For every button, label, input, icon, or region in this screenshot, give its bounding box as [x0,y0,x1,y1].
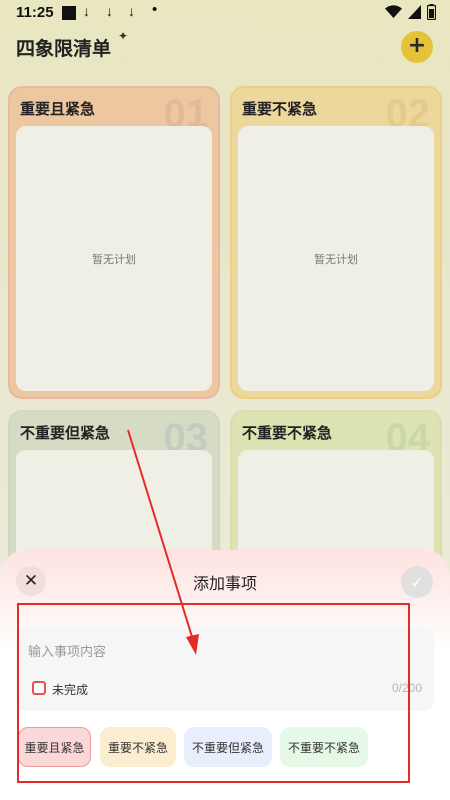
app-screen: 11:25 ↓ ↓ ↓ • 四象限清单 ✦ + 01 重要且紧急 暂无计划 02… [0,0,450,800]
status-bar: 11:25 ↓ ↓ ↓ • [0,0,450,26]
quadrant-title: 重要不紧急 [242,100,318,118]
quadrant-title: 不重要不紧急 [242,424,333,442]
status-right-icons [385,4,436,20]
quadrant-list: 暂无计划 [238,126,434,391]
quadrant-important-not-urgent[interactable]: 02 重要不紧急 暂无计划 [230,86,442,399]
empty-state-text: 暂无计划 [92,252,136,266]
page-title: 四象限清单 [16,38,112,60]
wifi-icon [385,5,402,18]
sparkle-icon: ✦ [118,29,129,43]
signal-icon [408,5,421,19]
quadrant-important-urgent[interactable]: 01 重要且紧急 暂无计划 [8,86,220,399]
confirm-button[interactable]: ✓ [401,566,433,598]
download-icon: ↓ [128,3,135,19]
check-icon: ✓ [410,572,424,592]
annotation-highlight-box [17,603,410,783]
quadrant-title: 重要且紧急 [20,100,96,118]
notification-app-icon [62,6,76,20]
quadrant-title: 不重要但紧急 [20,424,111,442]
plus-icon: + [407,33,427,58]
quadrant-list: 暂无计划 [16,126,212,391]
more-notifications-dot: • [152,1,158,18]
status-time: 11:25 [16,4,54,21]
battery-icon [427,4,436,20]
add-item-button[interactable]: + [401,31,433,63]
download-icon: ↓ [106,3,113,19]
empty-state-text: 暂无计划 [314,252,358,266]
sheet-title: 添加事项 [192,574,257,593]
download-icon: ↓ [83,3,90,19]
